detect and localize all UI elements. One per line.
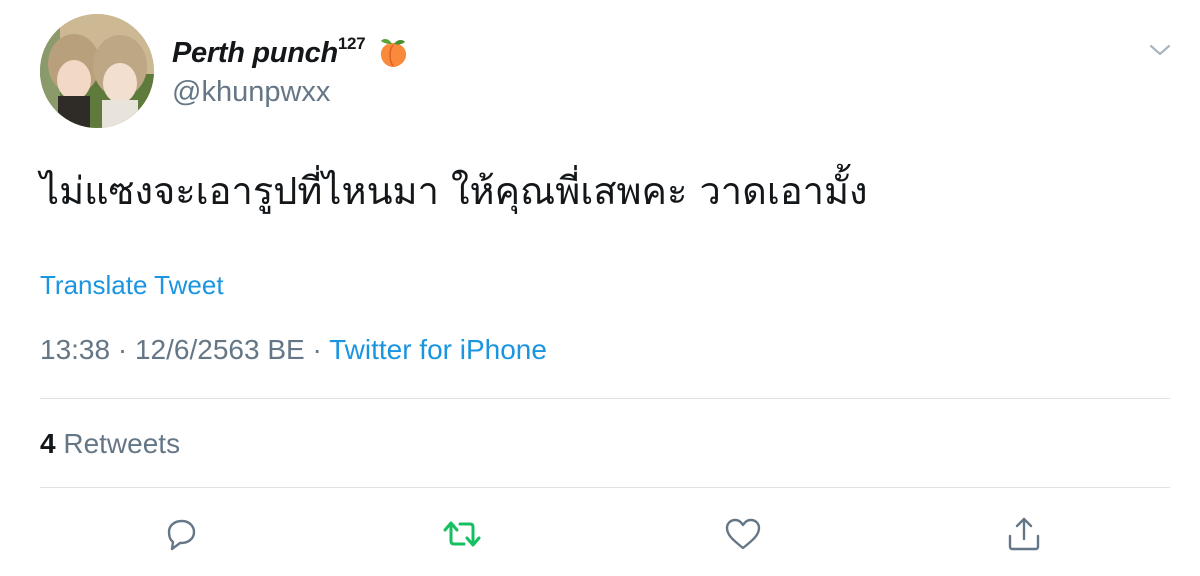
retweet-count-label: Retweets — [63, 428, 181, 459]
retweet-count-value: 4 — [40, 428, 56, 459]
chevron-down-icon[interactable] — [1149, 43, 1171, 62]
divider — [40, 487, 1170, 488]
meta-separator: · — [117, 334, 128, 365]
display-name-text: Perth punch — [172, 37, 338, 69]
user-handle[interactable]: @khunpwxx — [172, 76, 330, 109]
peach-emoji-icon — [377, 36, 409, 76]
like-icon[interactable] — [723, 514, 763, 554]
tweet-time: 13:38 — [40, 334, 111, 365]
retweets-count[interactable]: 4 Retweets — [40, 428, 180, 460]
tweet-date: 12/6/2563 BE — [134, 334, 305, 365]
display-name[interactable]: Perth punch127 — [172, 34, 409, 76]
reply-icon[interactable] — [161, 514, 201, 554]
tweet-text: ไม่แซงจะเอารูปที่ไหนมา ให้คุณพี่เสพคะ วา… — [40, 169, 868, 213]
tweet-source-link[interactable]: Twitter for iPhone — [329, 334, 547, 365]
share-icon[interactable] — [1004, 514, 1044, 554]
tweet-metadata: 13:38 · 12/6/2563 BE · Twitter for iPhon… — [40, 334, 547, 366]
display-name-superscript: 127 — [337, 34, 366, 54]
translate-tweet-link[interactable]: Translate Tweet — [40, 270, 224, 301]
divider — [40, 398, 1170, 399]
avatar[interactable] — [40, 14, 154, 128]
meta-separator: · — [312, 334, 322, 365]
retweet-icon[interactable] — [442, 514, 482, 554]
